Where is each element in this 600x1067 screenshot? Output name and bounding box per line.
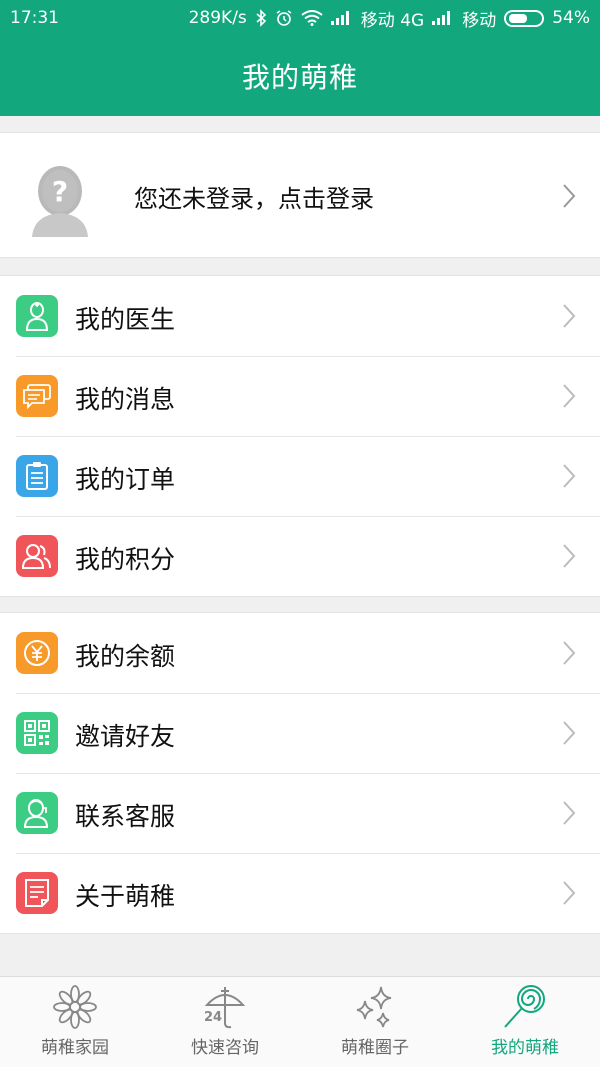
balance-icon (16, 632, 58, 674)
chevron-right-icon (563, 304, 576, 328)
tab-my-mengzhi[interactable]: 我的萌稚 (450, 977, 600, 1067)
points-icon (16, 535, 58, 577)
menu-item-label: 邀请好友 (75, 722, 176, 751)
qrcode-icon (16, 712, 58, 754)
order-icon (16, 455, 58, 497)
svg-text:?: ? (52, 175, 68, 208)
menu-item-label: 我的医生 (75, 305, 176, 334)
chevron-right-icon (563, 641, 576, 665)
chevron-right-icon (563, 384, 576, 408)
menu-item-label: 我的余额 (75, 642, 176, 671)
menu-item-label: 联系客服 (75, 802, 176, 831)
avatar-placeholder-icon: ? (32, 166, 88, 237)
chevron-right-icon (563, 721, 576, 745)
about-icon (16, 872, 58, 914)
tab-label: 萌稚圈子 (341, 1038, 409, 1058)
bluetooth-icon (255, 9, 267, 27)
tab-icon-text: 24 (204, 1010, 222, 1025)
menu-item-label: 我的消息 (75, 385, 176, 414)
tab-label: 快速咨询 (191, 1038, 259, 1058)
login-card[interactable]: ? 您还未登录，点击登录 (0, 132, 600, 258)
menu-item-my-points[interactable]: 我的积分 (0, 516, 600, 596)
status-right: 289K/s 移动 4G 移动 54% (189, 6, 590, 31)
chevron-right-icon (563, 464, 576, 488)
menu-item-my-orders[interactable]: 我的订单 (0, 436, 600, 516)
bottom-tab-bar: 萌稚家园 24 快速咨询 萌稚圈子 我的萌稚 (0, 976, 600, 1067)
wifi-icon (301, 10, 323, 26)
flower-icon (53, 985, 97, 1029)
tab-label: 我的萌稚 (491, 1038, 559, 1058)
menu-item-invite-friends[interactable]: 邀请好友 (0, 693, 600, 773)
tab-home[interactable]: 萌稚家园 (0, 977, 150, 1067)
battery-percent: 54% (552, 8, 590, 28)
menu-group-1: 我的医生 我的消息 我的订单 我的积分 (0, 275, 600, 597)
login-prompt: 您还未登录，点击登录 (134, 185, 374, 213)
chevron-right-icon (563, 801, 576, 825)
menu-item-label: 我的积分 (75, 545, 176, 574)
menu-item-label: 关于萌稚 (75, 882, 176, 911)
menu-item-my-messages[interactable]: 我的消息 (0, 356, 600, 436)
alarm-icon (275, 9, 293, 27)
lollipop-icon (504, 985, 545, 1028)
carrier-1: 移动 4G (360, 10, 425, 31)
menu-item-my-doctor[interactable]: 我的医生 (0, 276, 600, 356)
message-icon (16, 375, 58, 417)
menu-item-contact-service[interactable]: 联系客服 (0, 773, 600, 853)
tab-quick-consult[interactable]: 24 快速咨询 (150, 977, 300, 1067)
status-bar: 17:31 289K/s 移动 4G 移动 54% (0, 0, 600, 36)
signal-icon-1 (330, 11, 353, 25)
doctor-icon (16, 295, 58, 337)
menu-group-2: 我的余额 邀请好友 联系客服 关于萌稚 (0, 612, 600, 934)
service-icon (16, 792, 58, 834)
status-time: 17:31 (10, 8, 59, 28)
battery-icon (504, 9, 545, 27)
chevron-right-icon (563, 881, 576, 905)
chevron-right-icon (563, 544, 576, 568)
app-header: 我的萌稚 (0, 36, 600, 116)
umbrella-24-icon: 24 (204, 987, 246, 1029)
menu-item-label: 我的订单 (75, 465, 176, 494)
network-speed: 289K/s (188, 8, 247, 28)
signal-icon-2 (432, 11, 454, 25)
page-title: 我的萌稚 (241, 61, 358, 94)
menu-item-my-balance[interactable]: 我的余额 (0, 613, 600, 693)
carrier-2: 移动 (462, 10, 497, 31)
menu-item-about[interactable]: 关于萌稚 (0, 853, 600, 933)
sparkle-icon (356, 986, 392, 1028)
chevron-right-icon (563, 184, 576, 208)
tab-community[interactable]: 萌稚圈子 (300, 977, 450, 1067)
tab-label: 萌稚家园 (41, 1038, 109, 1058)
